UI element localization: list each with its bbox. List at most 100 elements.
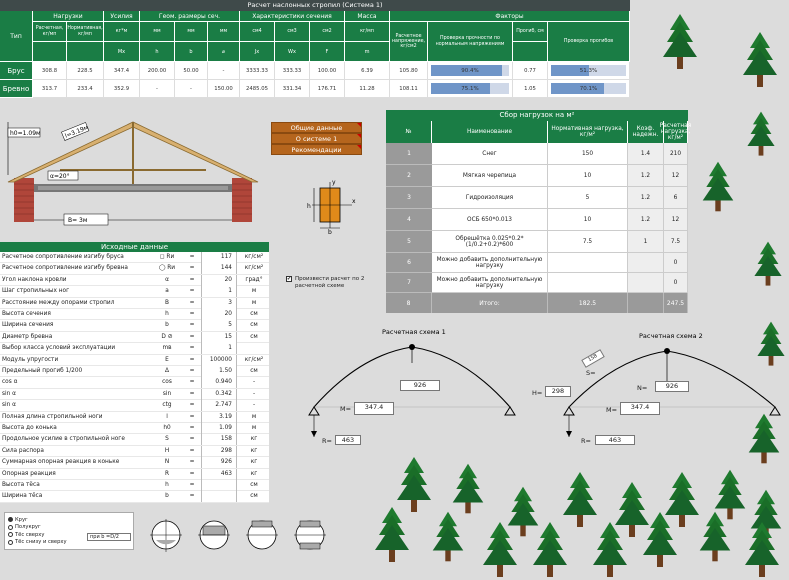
input-value[interactable]: 15 [201, 331, 237, 343]
load-normative[interactable]: 10 [548, 165, 628, 187]
input-row: Ширина сечения b = 5 см [0, 320, 269, 332]
input-row: sin α ctg = 2.747 - [0, 400, 269, 412]
input-unit: см [250, 493, 258, 500]
input-symbol: α [165, 276, 169, 283]
pine-tree-icon [757, 321, 785, 366]
input-value[interactable]: 117 [201, 252, 237, 263]
recommendations-button[interactable]: Рекомендации [271, 144, 362, 155]
scheme2-checkbox-row[interactable]: ✔ Произвести расчет по 2 расчетной схеме [286, 276, 366, 290]
subheader: Расчетное напряжение, кг/см2 [390, 22, 428, 62]
unit-header [33, 42, 67, 62]
alpha-label: α=20° [50, 173, 70, 180]
input-unit: кг/см² [244, 356, 264, 363]
about-system-button[interactable]: О системе 1 [271, 133, 362, 144]
input-value: 298 [201, 445, 237, 457]
pine-tree-icon [483, 522, 517, 577]
option-radio[interactable] [8, 539, 13, 545]
input-row: Полная длина стропильной ноги l = 3.19 м [0, 411, 269, 423]
load-calc: 0 [664, 273, 688, 293]
option-radio[interactable] [8, 524, 13, 530]
input-unit: град° [245, 276, 263, 283]
load-normative[interactable] [548, 273, 628, 293]
option-radio[interactable] [8, 532, 13, 538]
input-eq: = [189, 299, 195, 306]
input-value[interactable]: 1 [201, 286, 237, 298]
input-label: Ширина сечения [2, 322, 54, 329]
defl-percent: 51.3% [579, 67, 598, 74]
input-row: Угол наклона кровли α = 20 град° [0, 274, 269, 287]
pine-tree-icon [754, 241, 782, 286]
unit-header: F [310, 42, 345, 62]
pine-tree-icon [699, 511, 731, 562]
load-name: Гидроизоляция [432, 187, 548, 209]
input-value: 463 [201, 468, 237, 480]
load-normative[interactable]: 7.5 [548, 231, 628, 253]
input-value[interactable]: 1 [201, 343, 237, 355]
loads-total-calc: 247.5 [664, 293, 688, 313]
scheme2-s-label: S= [586, 369, 596, 377]
group-header: Тип [0, 11, 33, 62]
result-cell: 308.8 [33, 62, 67, 80]
plank-both-section-icon [294, 520, 326, 550]
load-coef [628, 273, 664, 293]
scheme2-h-value: 298 [545, 386, 571, 397]
pine-tree-icon [743, 32, 777, 87]
input-label: Угол наклона кровли [2, 276, 67, 283]
input-value[interactable]: 1.50 [201, 366, 237, 377]
input-eq: = [189, 368, 195, 374]
input-symbol: ctg [162, 402, 172, 409]
option-radio[interactable] [8, 517, 13, 523]
input-unit: кг [250, 436, 258, 443]
load-normative[interactable]: 150 [548, 143, 628, 165]
option-row[interactable]: Полукруг [8, 524, 67, 532]
pine-tree-icon [745, 522, 779, 577]
scheme2-title: Расчетная схема 2 [639, 332, 703, 340]
input-row: Суммарная опорная реакция в коньке N = 926 к… [0, 457, 269, 469]
load-normative[interactable] [548, 253, 628, 273]
input-eq: = [189, 436, 195, 443]
loads-header: Нормативная нагрузка, кг/м² [548, 121, 628, 143]
input-eq: = [189, 265, 195, 272]
subheader: мм [140, 22, 175, 42]
load-normative[interactable]: 5 [548, 187, 628, 209]
stress-percent: 90.4% [461, 67, 479, 74]
input-symbol: Δ [165, 368, 169, 374]
input-value[interactable]: 5 [201, 320, 237, 332]
section-x-label: x [352, 198, 356, 205]
input-value[interactable]: 20 [201, 274, 237, 286]
input-value: 0.940 [201, 377, 237, 389]
option-row[interactable]: Тёс сверху [8, 531, 67, 539]
general-data-button[interactable]: Общие данные [271, 122, 362, 133]
input-symbol: S [165, 436, 169, 443]
option-label: Тёс сверху [15, 531, 45, 538]
input-unit: см [250, 368, 258, 374]
loads-header: Коэф. надежн. [628, 121, 664, 143]
load-row-number: 1 [386, 143, 432, 165]
loads-header: Расчетная нагрузка, кг/м² [659, 121, 692, 143]
input-value[interactable]: 20 [201, 309, 237, 320]
load-normative[interactable]: 10 [548, 209, 628, 231]
input-row: Сила распора H = 298 кг [0, 445, 269, 458]
circle-section-icon [150, 519, 182, 552]
b-dimension-label: B= 3м [68, 217, 87, 224]
result-cell: 108.11 [390, 80, 428, 98]
input-label: Шаг стропильных ног [2, 288, 70, 295]
input-unit: кг/см² [244, 265, 264, 272]
option-row[interactable]: Тёс снизу и сверху [8, 539, 67, 547]
input-row: Выбор класса условий эксплуатации mв = 1 [0, 343, 269, 355]
result-cell: 1.05 [513, 80, 548, 98]
option-row[interactable]: Круг [8, 516, 67, 524]
section-y-label: y [332, 179, 336, 186]
input-value[interactable]: 144 [201, 263, 237, 275]
subheader: мм [208, 22, 240, 42]
scheme2-m-label: M= [606, 406, 618, 414]
input-row: Модуль упругости E = 100000 кг/см² [0, 354, 269, 366]
scheme2-n-value: 926 [655, 381, 689, 392]
input-value[interactable]: 3 [201, 297, 237, 309]
input-row: Продольное усилие в стропильной ноге S = 15… [0, 434, 269, 446]
options-dropdown[interactable]: при b =D/2 [87, 533, 131, 541]
scheme2-checkbox[interactable]: ✔ [286, 276, 292, 282]
scheme2-checkbox-label: Произвести расчет по 2 расчетной схеме [295, 276, 365, 289]
input-value[interactable]: 100000 [201, 354, 237, 366]
input-value: 2.747 [201, 400, 237, 412]
